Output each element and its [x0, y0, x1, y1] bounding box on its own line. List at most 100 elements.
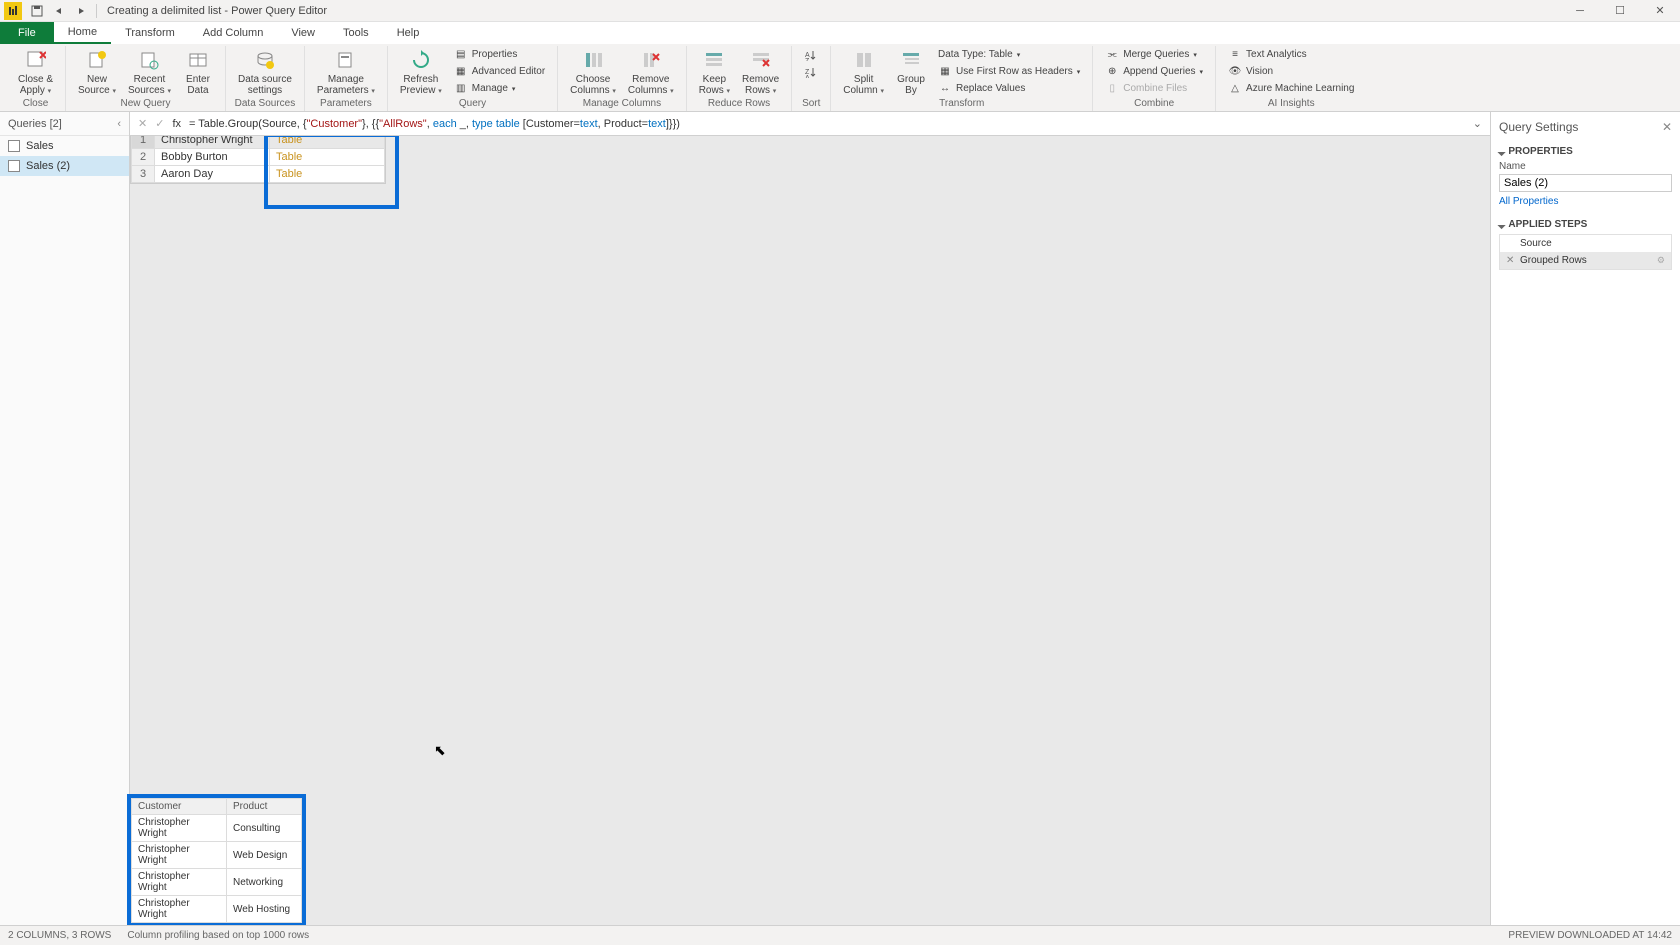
vision-button[interactable]: 👁Vision — [1224, 63, 1358, 80]
group-label-combine: Combine — [1134, 98, 1174, 111]
combine-files-icon: ▯ — [1105, 82, 1119, 96]
vision-icon: 👁 — [1228, 65, 1242, 79]
close-button[interactable]: ✕ — [1640, 0, 1680, 22]
minimize-button[interactable]: ─ — [1560, 0, 1600, 22]
ribbon-group-close: Close &Apply ▾ Close — [6, 46, 66, 111]
tab-file[interactable]: File — [0, 22, 54, 44]
step-grouped-rows[interactable]: ✕Grouped Rows⚙ — [1500, 252, 1671, 269]
refresh-preview-button[interactable]: RefreshPreview ▾ — [396, 46, 446, 98]
merge-queries-button[interactable]: ⫘Merge Queries ▾ — [1101, 46, 1207, 63]
ribbon-group-reduce-rows: KeepRows ▾ RemoveRows ▾ Reduce Rows — [687, 46, 793, 111]
query-name-input[interactable] — [1499, 174, 1672, 192]
query-item-sales-2[interactable]: Sales (2) — [0, 156, 129, 176]
data-source-settings-icon — [253, 48, 277, 72]
cell-customer[interactable]: Aaron Day — [155, 166, 270, 183]
ribbon: Close &Apply ▾ Close NewSource ▾ RecentS… — [0, 44, 1680, 112]
cell-allrows[interactable]: Table — [270, 166, 385, 183]
data-area: ACCustomer▾ ▦AllRows⤢ 1 Christopher Wrig… — [130, 112, 1490, 925]
remove-columns-icon — [639, 48, 663, 72]
preview-row: Christopher WrightNetworking — [132, 869, 302, 896]
replace-values-button[interactable]: ↔Replace Values — [934, 80, 1084, 97]
tab-add-column[interactable]: Add Column — [189, 22, 278, 44]
advanced-editor-button[interactable]: ▦Advanced Editor — [450, 63, 549, 80]
enter-data-button[interactable]: EnterData — [179, 46, 217, 98]
query-settings-title: Query Settings ✕ — [1499, 116, 1672, 138]
ribbon-group-data-sources: Data sourcesettings Data Sources — [226, 46, 305, 111]
properties-button[interactable]: ▤Properties — [450, 46, 549, 63]
recent-sources-button[interactable]: RecentSources ▾ — [124, 46, 175, 98]
manage-button[interactable]: ▥Manage ▾ — [450, 80, 549, 97]
formula-input[interactable]: = Table.Group(Source, {"Customer"}, {{"A… — [189, 117, 1465, 130]
first-row-headers-button[interactable]: ▦Use First Row as Headers ▾ — [934, 63, 1084, 80]
delete-step-icon[interactable]: ✕ — [1506, 255, 1516, 266]
table-icon — [8, 160, 20, 172]
azure-ml-button[interactable]: △Azure Machine Learning — [1224, 80, 1358, 97]
tab-home[interactable]: Home — [54, 22, 111, 44]
query-label: Sales — [26, 140, 54, 152]
first-row-icon: ▦ — [938, 65, 952, 79]
table-row[interactable]: 3 Aaron Day Table — [132, 166, 385, 183]
remove-columns-button[interactable]: RemoveColumns ▾ — [624, 46, 678, 98]
ribbon-group-manage-columns: ChooseColumns ▾ RemoveColumns ▾ Manage C… — [558, 46, 687, 111]
group-by-button[interactable]: GroupBy — [892, 46, 930, 98]
azure-ml-icon: △ — [1228, 82, 1242, 96]
properties-section-header[interactable]: PROPERTIES — [1499, 146, 1672, 157]
advanced-editor-icon: ▦ — [454, 65, 468, 79]
sort-desc-icon: ZA — [804, 65, 818, 79]
close-apply-button[interactable]: Close &Apply ▾ — [14, 46, 57, 98]
group-label-manage-columns: Manage Columns — [583, 98, 661, 111]
group-label-new-query: New Query — [120, 98, 170, 111]
table-row[interactable]: 2 Bobby Burton Table — [132, 149, 385, 166]
sort-asc-button[interactable]: AZ — [800, 46, 822, 63]
split-column-button[interactable]: SplitColumn ▾ — [839, 46, 888, 98]
maximize-button[interactable]: ☐ — [1600, 0, 1640, 22]
keep-rows-button[interactable]: KeepRows ▾ — [695, 46, 734, 98]
remove-rows-button[interactable]: RemoveRows ▾ — [738, 46, 783, 98]
preview-row: Christopher WrightWeb Hosting — [132, 896, 302, 923]
append-queries-button[interactable]: ⊕Append Queries ▾ — [1101, 63, 1207, 80]
group-label-data-sources: Data Sources — [235, 98, 296, 111]
status-bar: 2 COLUMNS, 3 ROWS Column profiling based… — [0, 925, 1680, 945]
new-source-button[interactable]: NewSource ▾ — [74, 46, 120, 98]
query-settings-pane: Query Settings ✕ PROPERTIES Name All Pro… — [1490, 112, 1680, 925]
applied-steps-header[interactable]: APPLIED STEPS — [1499, 219, 1672, 230]
redo-icon[interactable] — [72, 2, 90, 20]
preview-row: Christopher WrightWeb Design — [132, 842, 302, 869]
step-source[interactable]: Source — [1500, 235, 1671, 252]
refresh-icon — [409, 48, 433, 72]
ribbon-group-new-query: NewSource ▾ RecentSources ▾ EnterData Ne… — [66, 46, 226, 111]
enter-data-icon — [186, 48, 210, 72]
tab-transform[interactable]: Transform — [111, 22, 189, 44]
row-number: 3 — [132, 166, 155, 183]
group-label-sort: Sort — [802, 98, 820, 111]
cell-allrows[interactable]: Table — [270, 149, 385, 166]
expand-formula-icon[interactable]: ⌄ — [1473, 117, 1482, 130]
all-properties-link[interactable]: All Properties — [1499, 196, 1672, 207]
sort-asc-icon: AZ — [804, 48, 818, 62]
manage-parameters-button[interactable]: ManageParameters ▾ — [313, 46, 379, 98]
table-icon — [8, 140, 20, 152]
data-type-button[interactable]: Data Type: Table ▾ — [934, 46, 1084, 63]
tab-help[interactable]: Help — [383, 22, 434, 44]
preview-row: Christopher WrightConsulting — [132, 815, 302, 842]
save-icon[interactable] — [28, 2, 46, 20]
sort-desc-button[interactable]: ZA — [800, 63, 822, 80]
group-label-close: Close — [23, 98, 49, 111]
group-label-ai-insights: AI Insights — [1268, 98, 1315, 111]
close-settings-icon[interactable]: ✕ — [1662, 120, 1672, 134]
group-label-transform: Transform — [939, 98, 984, 111]
accept-formula-icon[interactable]: ✓ — [155, 117, 164, 130]
undo-icon[interactable] — [50, 2, 68, 20]
cancel-formula-icon[interactable]: ✕ — [138, 117, 147, 130]
tab-tools[interactable]: Tools — [329, 22, 383, 44]
cell-customer[interactable]: Bobby Burton — [155, 149, 270, 166]
ribbon-group-ai-insights: ≡Text Analytics 👁Vision △Azure Machine L… — [1216, 46, 1366, 111]
choose-columns-button[interactable]: ChooseColumns ▾ — [566, 46, 620, 98]
tab-view[interactable]: View — [277, 22, 329, 44]
step-settings-icon[interactable]: ⚙ — [1657, 255, 1665, 266]
ribbon-group-transform: SplitColumn ▾ GroupBy Data Type: Table ▾… — [831, 46, 1093, 111]
data-source-settings-button[interactable]: Data sourcesettings — [234, 46, 296, 98]
text-analytics-button[interactable]: ≡Text Analytics — [1224, 46, 1358, 63]
query-item-sales[interactable]: Sales — [0, 136, 129, 156]
collapse-queries-icon[interactable]: ‹ — [117, 118, 121, 130]
